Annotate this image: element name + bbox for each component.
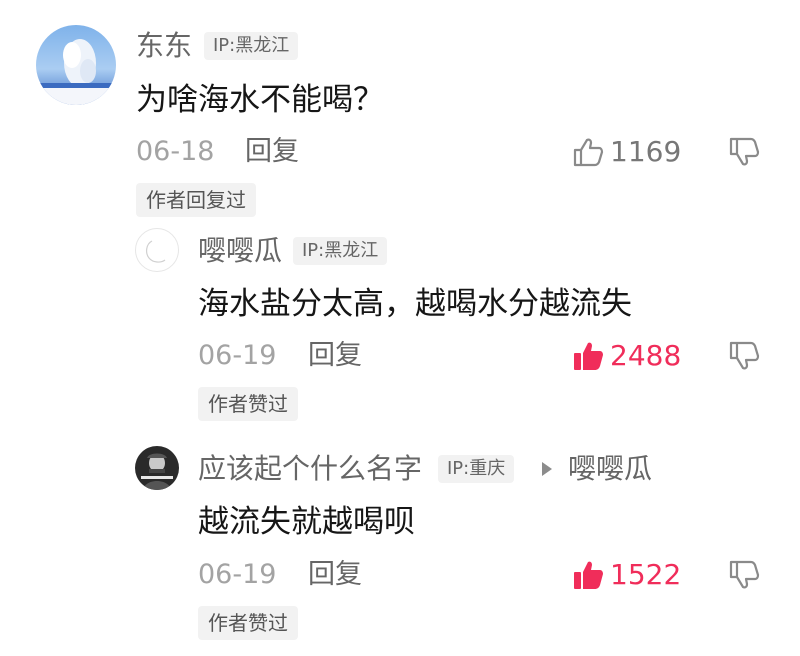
- reply-username[interactable]: 嘤嘤瓜: [198, 235, 282, 267]
- like-count: 2488: [610, 339, 682, 372]
- avatar[interactable]: [36, 25, 116, 105]
- reply-text: 海水盐分太高，越喝水分越流失: [198, 286, 632, 322]
- thumbs-down-icon[interactable]: [728, 136, 760, 168]
- thumbs-down-icon[interactable]: [728, 340, 760, 372]
- reply-username[interactable]: 应该起个什么名字: [198, 453, 422, 485]
- reply-to-username[interactable]: 嘤嘤瓜: [568, 453, 652, 485]
- avatar[interactable]: [135, 228, 179, 272]
- comment-text: 为啥海水不能喝？: [136, 82, 384, 118]
- ip-location-badge: IP:重庆: [438, 455, 515, 483]
- avatar[interactable]: [135, 446, 179, 490]
- author-liked-tag: 作者赞过: [198, 387, 298, 421]
- comment-date: 06-18: [136, 136, 215, 167]
- thumbs-up-icon: [572, 341, 604, 371]
- like-button[interactable]: 1169: [572, 136, 681, 168]
- ip-location-badge: IP:黑龙江: [293, 237, 388, 265]
- author-replied-tag: 作者回复过: [136, 183, 256, 217]
- like-count: 1169: [610, 135, 682, 168]
- play-arrow-icon: [542, 462, 552, 476]
- like-button[interactable]: 2488: [572, 340, 681, 372]
- thumbs-down-icon[interactable]: [728, 559, 760, 591]
- ip-location-badge: IP:黑龙江: [204, 32, 299, 60]
- reply-date: 06-19: [198, 559, 277, 590]
- comment-username[interactable]: 东东: [136, 30, 192, 62]
- reply-text: 越流失就越喝呗: [198, 504, 415, 540]
- reply-button[interactable]: 回复: [308, 559, 362, 591]
- like-count: 1522: [610, 558, 682, 591]
- reply-button[interactable]: 回复: [245, 136, 299, 168]
- thumbs-up-icon: [572, 560, 604, 590]
- reply-date: 06-19: [198, 340, 277, 371]
- author-liked-tag: 作者赞过: [198, 606, 298, 640]
- thumbs-up-icon: [572, 137, 604, 167]
- reply-button[interactable]: 回复: [308, 340, 362, 372]
- like-button[interactable]: 1522: [572, 559, 681, 591]
